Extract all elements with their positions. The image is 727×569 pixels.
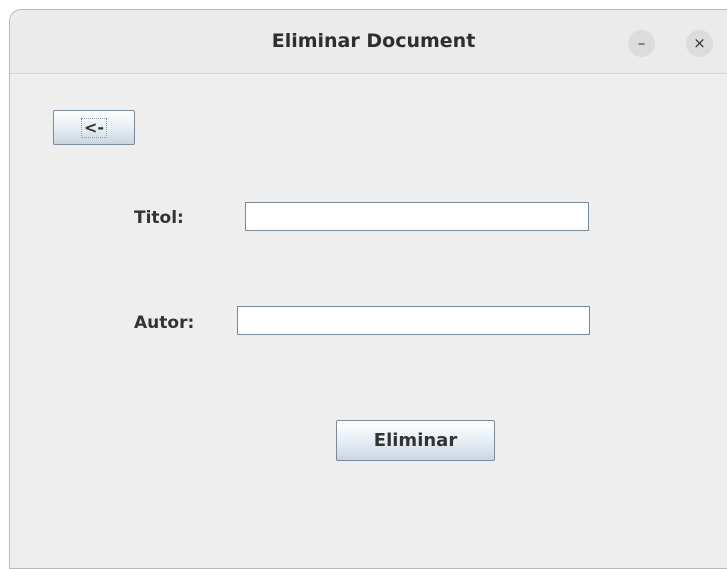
- eliminar-button[interactable]: Eliminar: [336, 420, 495, 461]
- title-bar[interactable]: Eliminar Document – ×: [10, 10, 727, 74]
- form-panel: <- Titol: Autor: Eliminar: [10, 74, 727, 568]
- back-button[interactable]: <-: [53, 110, 135, 145]
- minimize-icon: –: [637, 34, 646, 52]
- back-button-label: <-: [80, 117, 108, 138]
- close-button[interactable]: ×: [686, 30, 713, 57]
- app-window: Eliminar Document – × <- Titol: Autor: E…: [9, 9, 727, 569]
- close-icon: ×: [693, 34, 706, 52]
- minimize-button[interactable]: –: [628, 30, 655, 57]
- autor-label: Autor:: [134, 313, 195, 333]
- window-title: Eliminar Document: [271, 30, 476, 52]
- autor-input[interactable]: [237, 306, 590, 335]
- titol-input[interactable]: [245, 202, 589, 231]
- titol-label: Titol:: [134, 208, 184, 228]
